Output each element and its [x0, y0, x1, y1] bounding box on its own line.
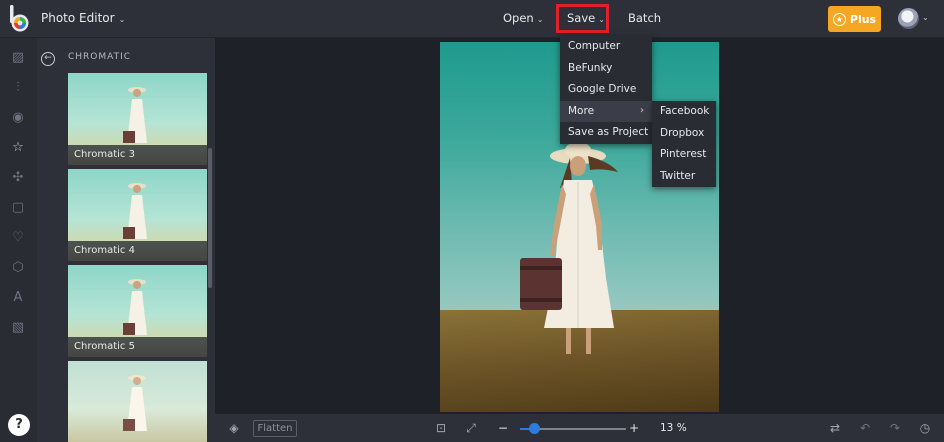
tool-rail: ▨ ⫶ ◉ ☆ ✣ ▢ ♡ ⬡ A ▧ ?	[0, 38, 37, 442]
eye-icon[interactable]: ◉	[10, 110, 26, 126]
heart-icon[interactable]: ♡	[10, 230, 26, 246]
save-to-pinterest[interactable]: Pinterest	[652, 144, 716, 166]
effects-icon[interactable]: ✣	[10, 170, 26, 186]
thumbnail-label: Chromatic 3	[68, 145, 207, 165]
save-more-label: More	[568, 104, 595, 117]
effects-panel: ← CHROMATIC Chromatic 3 Chromatic 4 Chro…	[37, 38, 215, 442]
redo-icon[interactable]: ↷	[888, 421, 902, 435]
app-title-dropdown[interactable]: Photo Editor ⌄	[41, 11, 125, 25]
photo-editor-app: Photo Editor ⌄ Open ⌄ Save ⌄ Batch ★ Plus ⌄…	[0, 0, 944, 442]
undo-icon[interactable]: ↶	[858, 421, 872, 435]
save-to-google-drive[interactable]: Google Drive	[560, 79, 652, 101]
chevron-right-icon: ›	[640, 104, 644, 116]
effect-thumbnail[interactable]: Chromatic 3	[68, 73, 207, 165]
save-more[interactable]: More ›	[560, 100, 652, 123]
star-icon[interactable]: ☆	[10, 140, 26, 156]
chevron-down-icon[interactable]: ⌄	[922, 13, 929, 22]
more-submenu: Facebook Dropbox Pinterest Twitter	[652, 101, 716, 188]
plus-upgrade-button[interactable]: ★ Plus	[828, 6, 881, 32]
panel-title: CHROMATIC	[68, 52, 132, 62]
texture-icon[interactable]: ⬡	[10, 260, 26, 276]
compare-icon[interactable]: ⇄	[828, 421, 842, 435]
overlay-icon[interactable]: ▧	[10, 320, 26, 336]
star-icon: ★	[832, 12, 846, 26]
open-button[interactable]: Open ⌄	[503, 11, 543, 25]
effect-thumbnail[interactable]: Chromatic 5	[68, 265, 207, 357]
chevron-down-icon: ⌄	[118, 15, 126, 24]
thumbnail-figure	[123, 183, 147, 239]
avatar[interactable]	[898, 8, 919, 29]
history-icon[interactable]: ◷	[918, 421, 932, 435]
zoom-slider-thumb[interactable]	[529, 423, 540, 434]
image-icon[interactable]: ▨	[10, 50, 26, 66]
batch-button[interactable]: Batch	[628, 11, 661, 25]
save-to-dropbox[interactable]: Dropbox	[652, 123, 716, 145]
chevron-down-icon: ⌄	[536, 15, 544, 24]
effect-thumbnail[interactable]	[68, 361, 207, 442]
save-to-computer[interactable]: Computer	[560, 36, 652, 58]
fit-screen-icon[interactable]: ⊡	[434, 421, 448, 435]
thumbnail-figure	[123, 279, 147, 335]
sliders-icon[interactable]: ⫶	[10, 80, 26, 96]
layers-icon[interactable]: ◈	[227, 421, 241, 435]
flatten-button[interactable]: Flatten	[253, 420, 297, 437]
app-title-label: Photo Editor	[41, 11, 115, 25]
thumbnail-figure	[123, 87, 147, 143]
effect-thumbnail[interactable]: Chromatic 4	[68, 169, 207, 261]
save-to-facebook[interactable]: Facebook	[652, 101, 716, 123]
panel-scrollbar[interactable]	[208, 148, 212, 288]
save-to-twitter[interactable]: Twitter	[652, 166, 716, 188]
actual-size-icon[interactable]: ⤢	[464, 421, 478, 435]
help-button[interactable]: ?	[8, 414, 30, 436]
save-highlight-box	[556, 4, 609, 33]
zoom-out-icon[interactable]: −	[496, 421, 510, 435]
bottom-toolbar: ◈ Flatten ⊡ ⤢ − + 13 % ⇄ ↶ ↷ ◷	[215, 414, 944, 442]
back-arrow-icon[interactable]: ←	[41, 52, 55, 66]
save-as-project[interactable]: Save as Project	[560, 122, 652, 144]
text-icon[interactable]: A	[10, 290, 26, 306]
save-dropdown-menu: Computer BeFunky Google Drive More › Sav…	[560, 36, 652, 144]
open-label: Open	[503, 11, 534, 25]
photo-figure	[520, 142, 618, 354]
save-to-befunky[interactable]: BeFunky	[560, 58, 652, 80]
zoom-in-icon[interactable]: +	[627, 421, 641, 435]
plus-label: Plus	[849, 12, 877, 26]
thumbnail-label: Chromatic 5	[68, 337, 207, 357]
thumbnail-figure	[123, 375, 147, 431]
top-bar: Photo Editor ⌄ Open ⌄ Save ⌄ Batch ★ Plus ⌄	[0, 0, 944, 38]
befunky-logo-icon[interactable]	[8, 5, 32, 33]
thumbnail-label: Chromatic 4	[68, 241, 207, 261]
zoom-value: 13 %	[660, 422, 687, 434]
frame-icon[interactable]: ▢	[10, 200, 26, 216]
